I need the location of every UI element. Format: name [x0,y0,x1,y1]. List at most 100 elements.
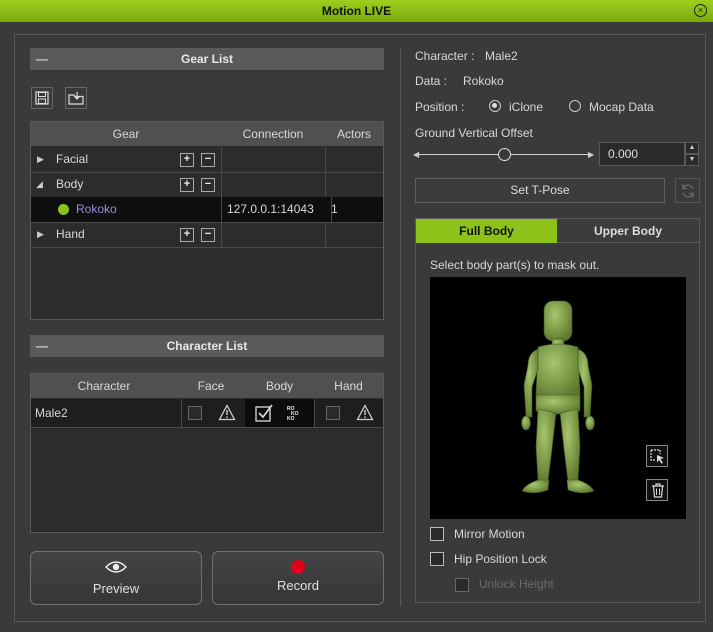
character-value: Male2 [485,49,518,63]
gear-name: Hand [56,227,85,241]
character-name: Male2 [31,399,182,427]
preview-button[interactable]: Preview [30,551,202,605]
expand-arrow-icon[interactable]: ▶ [37,147,44,172]
window-title-bar: Motion LIVE [0,0,713,22]
tab-upper-body[interactable]: Upper Body [557,219,699,243]
remove-icon[interactable]: − [201,178,215,192]
add-icon[interactable]: + [180,153,194,167]
record-label: Record [277,578,319,593]
offset-value-input[interactable]: 0.000 [599,142,685,166]
gear-actors [325,222,383,247]
face-cell [177,399,246,427]
close-icon[interactable]: × [694,4,707,17]
column-header-actors[interactable]: Actors [325,122,383,146]
select-area-icon [650,449,664,464]
rokoko-logo-icon: ROKOKO [287,406,299,421]
gear-row-rokoko[interactable]: Rokoko 127.0.0.1:14043 1 [31,197,383,223]
gear-actors[interactable]: 1 [325,197,389,222]
hand-checkbox[interactable] [326,406,340,420]
select-mask-button[interactable] [646,445,668,467]
right-leg-part[interactable] [559,408,581,482]
left-hand-part[interactable] [521,415,531,431]
radio-mocap-data-label[interactable]: Mocap Data [589,100,654,114]
face-checkbox[interactable] [188,406,202,420]
clear-mask-button[interactable] [646,479,668,501]
offset-slider-handle[interactable] [498,148,511,161]
remove-icon[interactable]: − [201,228,215,242]
gear-connection[interactable]: 127.0.0.1:14043 [221,197,332,222]
collapse-arrow-icon[interactable]: ◢ [36,172,43,197]
gear-name: Rokoko [76,202,117,216]
radio-mocap-data[interactable] [569,100,581,112]
unlock-height-checkbox[interactable] [455,578,469,592]
expand-arrow-icon[interactable]: ▶ [37,222,44,247]
warning-icon [218,404,236,421]
hip-position-lock-checkbox[interactable] [430,552,444,566]
window-title: Motion LIVE [321,4,392,18]
set-tpose-button[interactable]: Set T-Pose [415,178,665,203]
character-list-header[interactable]: — Character List [30,335,384,357]
panel-divider [400,48,401,606]
column-header-body[interactable]: Body [245,374,315,398]
mirror-motion-label[interactable]: Mirror Motion [454,527,525,541]
trash-icon [652,483,664,498]
gear-name: Body [56,177,84,191]
gear-name: Facial [56,152,89,166]
gear-connection [221,147,326,172]
column-header-character[interactable]: Character [31,374,178,398]
ground-offset-label: Ground Vertical Offset [415,126,533,140]
refresh-icon [682,184,694,198]
gear-row-body[interactable]: ◢ Body + − [31,172,383,198]
remove-icon[interactable]: − [201,153,215,167]
gear-table: Gear Connection Actors ▶ Facial + − ◢ Bo… [30,121,384,320]
load-icon[interactable] [65,87,87,109]
hip-position-lock-label[interactable]: Hip Position Lock [454,552,547,566]
column-header-gear[interactable]: Gear [31,122,222,146]
column-header-hand[interactable]: Hand [314,374,383,398]
character-label: Character : [415,49,475,63]
status-dot-icon [58,204,69,215]
left-leg-part[interactable] [535,408,557,482]
gear-row-hand[interactable]: ▶ Hand + − [31,222,383,248]
eye-icon [104,561,128,573]
column-header-connection[interactable]: Connection [221,122,326,146]
record-dot-icon [291,560,305,574]
add-icon[interactable]: + [180,178,194,192]
data-value: Rokoko [463,74,504,88]
head-part[interactable] [543,300,573,342]
add-icon[interactable]: + [180,228,194,242]
character-list-title: Character List [166,339,248,353]
radio-iclone[interactable] [489,100,501,112]
right-hand-part[interactable] [585,415,595,431]
preview-label: Preview [92,581,140,596]
torso-part[interactable] [535,343,581,399]
right-foot-part[interactable] [566,479,595,494]
body-mask-viewport[interactable] [430,277,686,519]
save-icon[interactable] [31,87,53,109]
mask-instruction: Select body part(s) to mask out. [430,258,600,272]
mirror-motion-checkbox[interactable] [430,527,444,541]
character-row[interactable]: Male2 RO KO KO [31,399,383,428]
body-cell: RO KO KO [245,399,315,427]
left-foot-part[interactable] [521,479,550,494]
column-header-face[interactable]: Face [177,374,246,398]
slider-left-arrow-icon: ◀ [413,150,420,159]
gear-connection [221,172,326,197]
record-button[interactable]: Record [212,551,384,605]
gear-list-header[interactable]: — Gear List [30,48,384,70]
collapse-icon[interactable]: — [36,48,48,70]
unlock-height-label[interactable]: Unlock Height [479,577,554,591]
spin-up-icon[interactable]: ▲ [685,142,699,154]
gear-row-facial[interactable]: ▶ Facial + − [31,147,383,173]
collapse-icon[interactable]: — [36,335,48,357]
radio-iclone-label[interactable]: iClone [509,100,543,114]
sync-button[interactable] [675,178,700,203]
body-checkbox-checked-icon[interactable] [255,404,273,422]
tab-full-body[interactable]: Full Body [416,219,557,243]
character-table: Character Face Body Hand Male2 RO KO KO [30,373,384,533]
data-label: Data : [415,74,448,88]
spin-down-icon[interactable]: ▼ [685,154,699,166]
slider-right-arrow-icon: ▶ [588,150,595,159]
warning-icon [356,404,374,421]
gear-actors [325,172,383,197]
